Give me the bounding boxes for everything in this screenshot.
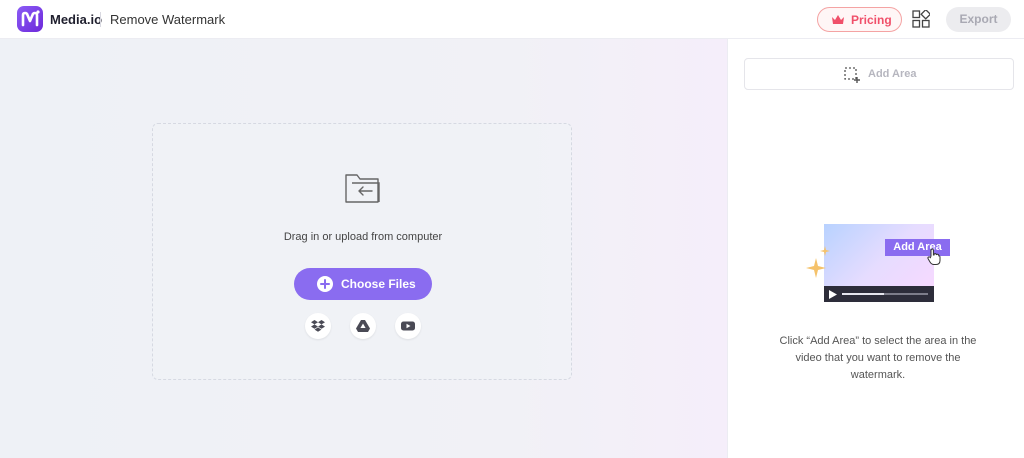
top-bar: Media.io Remove Watermark Pricing Export: [0, 0, 1024, 39]
dropbox-icon[interactable]: [305, 313, 331, 339]
play-icon: [829, 290, 837, 299]
choose-files-label: Choose Files: [341, 277, 416, 291]
pricing-label: Pricing: [851, 13, 892, 27]
video-progress-fill: [842, 293, 884, 295]
hand-cursor-icon: [927, 248, 941, 265]
upload-prompt: Drag in or upload from computer: [283, 231, 443, 243]
upload-workspace: Drag in or upload from computer Choose F…: [0, 39, 727, 458]
crown-icon: [832, 15, 844, 24]
export-button[interactable]: Export: [946, 7, 1011, 32]
header-divider: [100, 12, 101, 27]
media-io-logo[interactable]: [17, 6, 43, 32]
add-area-button[interactable]: Add Area: [744, 58, 1014, 90]
side-panel: Add Area Add Area Click “Add Area” to se…: [727, 39, 1024, 458]
add-area-instructions: Click “Add Area” to select the area in t…: [779, 335, 977, 381]
page-title: Remove Watermark: [110, 12, 226, 27]
pricing-button[interactable]: Pricing: [817, 7, 902, 32]
choose-files-button[interactable]: Choose Files: [294, 268, 432, 300]
folder-upload-icon: [345, 174, 380, 203]
add-area-illustration: Add Area: [806, 221, 956, 303]
add-area-label: Add Area: [868, 68, 917, 80]
video-player-bar: [824, 286, 934, 302]
apps-grid-icon[interactable]: [912, 10, 930, 28]
brand-name: Media.io: [50, 12, 103, 27]
plus-icon: [317, 276, 333, 292]
google-drive-icon[interactable]: [350, 313, 376, 339]
sparkle-icon: [806, 246, 830, 278]
add-area-icon: [844, 67, 860, 83]
youtube-icon[interactable]: [395, 313, 421, 339]
file-dropzone[interactable]: Drag in or upload from computer Choose F…: [152, 123, 572, 380]
